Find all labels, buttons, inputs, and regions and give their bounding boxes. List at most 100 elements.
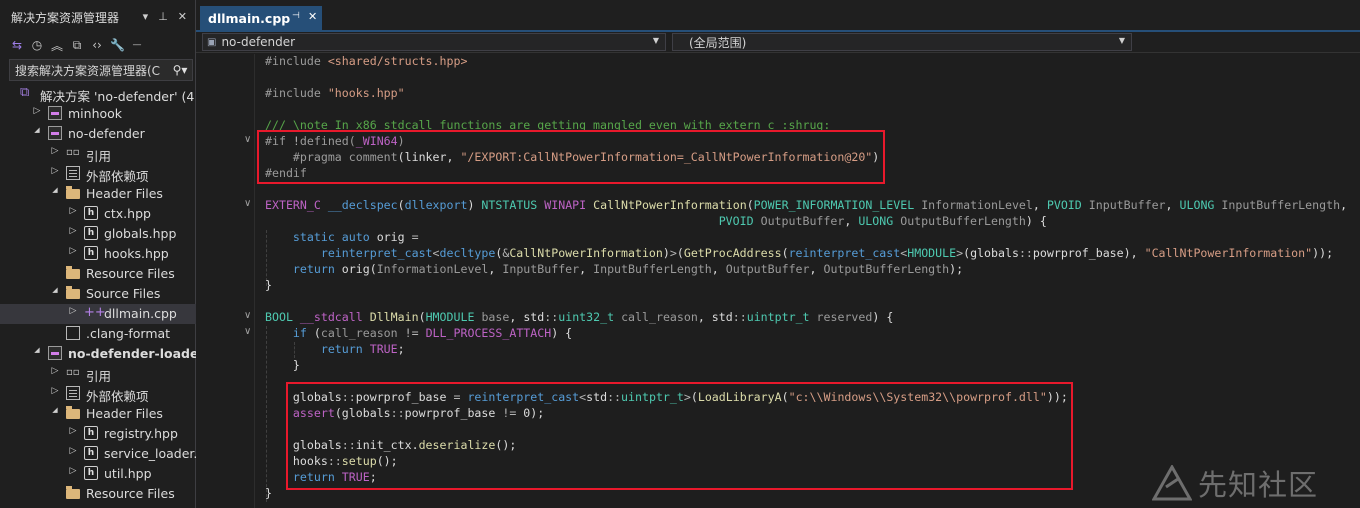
tree-item-label: 外部依赖项 [86,389,149,404]
tree-item[interactable]: ⧉ 解决方案 'no-defender' (4 [0,84,196,105]
fold-chevron-icon[interactable]: ∨ [244,310,251,321]
tree-item[interactable]: ▷ ▫▫ 引用 [0,144,196,164]
collapsed-arrow-icon[interactable]: ▷ [68,206,78,216]
project-dropdown[interactable]: ▣ no-defender ▼ [202,33,666,51]
collapsed-arrow-icon[interactable]: ▷ [68,426,78,436]
tree-item-label: 引用 [86,149,112,164]
cpp-file-icon: ++ [84,305,106,320]
code-token: :: [544,310,559,324]
solution-tree: ⧉ 解决方案 'no-defender' (4 ▷ minhook ◢ no-defend… [0,84,196,504]
tab-dllmain-cpp[interactable]: dllmain.cpp ⊣ ✕ [200,6,322,30]
collapsed-arrow-icon[interactable]: ▷ [68,466,78,476]
code-token: HMODULE [907,246,957,260]
scope-dropdown[interactable]: (全局范围) ▼ [672,33,1132,51]
fold-chevron-icon[interactable]: ∨ [244,326,251,337]
tree-item[interactable]: ◢ Header Files [0,184,196,204]
collapsed-arrow-icon[interactable]: ▷ [68,306,78,316]
fold-chevron-icon[interactable]: ∨ [244,134,251,145]
tree-item[interactable]: ▷ 外部依赖项 [0,164,196,184]
close-icon[interactable]: ✕ [178,10,187,23]
expanded-arrow-icon[interactable]: ◢ [50,186,60,194]
tree-item-label: Resource Files [86,266,175,281]
tree-item[interactable]: ▷ ▫▫ 引用 [0,364,196,384]
code-token: ULONG [1179,198,1215,212]
code-token: InputBufferLength [593,262,712,276]
highlight-box-pragma [257,130,885,184]
collapsed-arrow-icon[interactable]: ▷ [50,366,60,376]
code-token: reinterpret_cast [788,246,901,260]
code-token: )); [1312,246,1334,260]
search-placeholder: 搜索解决方案资源管理器(C [15,63,161,78]
code-view-icon[interactable]: ‹› [90,38,104,52]
tree-item[interactable]: Resource Files [0,264,196,284]
code-token: (globals [963,246,1019,260]
expanded-arrow-icon[interactable]: ◢ [50,406,60,414]
dropdown-arrow-icon[interactable]: ▾ [143,10,149,23]
tree-item[interactable]: Resource Files [0,484,196,504]
collapsed-arrow-icon[interactable]: ▷ [50,166,60,176]
collapsed-arrow-icon[interactable]: ▷ [50,146,60,156]
project-dropdown-value: no-defender [221,35,296,49]
collapsed-arrow-icon[interactable]: ▷ [68,226,78,236]
tree-item[interactable]: ◢ no-defender [0,124,196,144]
chevron-down-icon: ▼ [652,36,659,45]
folder-icon [66,406,80,419]
tab-pin-icon[interactable]: ⊣ [292,11,300,21]
expanded-arrow-icon[interactable]: ◢ [32,126,42,134]
tree-item[interactable]: ◢ Header Files [0,404,196,424]
solution-explorer-title: 解决方案资源管理器 [11,10,120,25]
collapsed-arrow-icon[interactable]: ▷ [32,106,42,116]
tree-item[interactable]: ◢ no-defender-loader [0,344,196,364]
code-token: POWER_INFORMATION_LEVEL [753,198,915,212]
code-text-area[interactable]: ∨ ∨ ∨ ∨ #include <shared/structs.hpp> #in… [196,54,1360,508]
fold-chevron-icon[interactable]: ∨ [244,198,251,209]
solution-explorer-search-input[interactable]: 搜索解决方案资源管理器(C ⚲▾ [9,59,193,81]
history-icon[interactable]: ◷ [30,38,44,52]
code-token: orig [369,230,412,244]
overflow-icon[interactable]: — [130,40,144,50]
code-token: InputBuffer [502,262,580,276]
code-token: ( [397,198,405,212]
tree-item[interactable]: ▷ h service_loader.hpp [0,444,196,464]
tree-item[interactable]: .clang-format [0,324,196,344]
folder-icon [66,486,80,499]
code-token: , [711,262,726,276]
code-token: #include [265,54,328,68]
collapse-all-icon[interactable]: ︽ [50,37,64,54]
tree-item[interactable]: ▷ h util.hpp [0,464,196,484]
watermark: 先知社区 [1152,462,1318,504]
code-token: PVOID [1046,198,1082,212]
tree-item[interactable]: ▷ h hooks.hpp [0,244,196,264]
code-token: static [292,230,335,244]
expanded-arrow-icon[interactable]: ◢ [50,286,60,294]
code-token: "hooks.hpp" [327,86,405,100]
tree-item[interactable]: ▷ ++ dllmain.cpp [0,304,196,324]
tree-item[interactable]: ▷ h ctx.hpp [0,204,196,224]
tree-item[interactable]: ◢ Source Files [0,284,196,304]
collapsed-arrow-icon[interactable]: ▷ [68,246,78,256]
collapsed-arrow-icon[interactable]: ▷ [50,386,60,396]
tree-item[interactable]: ▷ minhook [0,104,196,124]
tab-close-icon[interactable]: ✕ [308,10,317,23]
code-token: __stdcall [299,310,363,324]
search-icon[interactable]: ⚲▾ [168,63,192,77]
tree-item[interactable]: ▷ h registry.hpp [0,424,196,444]
tree-item[interactable]: ▷ 外部依赖项 [0,384,196,404]
show-all-files-icon[interactable]: ⧉ [70,38,84,53]
code-token: InformationLevel [376,262,489,276]
tree-item[interactable]: ▷ h globals.hpp [0,224,196,244]
code-line: static auto orig = [265,229,419,245]
pin-icon[interactable]: ⊥ [158,10,168,23]
properties-wrench-icon[interactable]: 🔧 [110,38,125,52]
code-line: } [265,277,272,293]
code-token: base [481,310,510,324]
code-token: OutputBufferLength [823,262,950,276]
expanded-arrow-icon[interactable]: ◢ [32,346,42,354]
code-token: __declspec [327,198,398,212]
code-token: WINAPI [544,198,587,212]
collapsed-arrow-icon[interactable]: ▷ [68,446,78,456]
tree-item-label: Source Files [86,286,161,301]
switch-views-icon[interactable]: ⇆ [10,38,24,52]
